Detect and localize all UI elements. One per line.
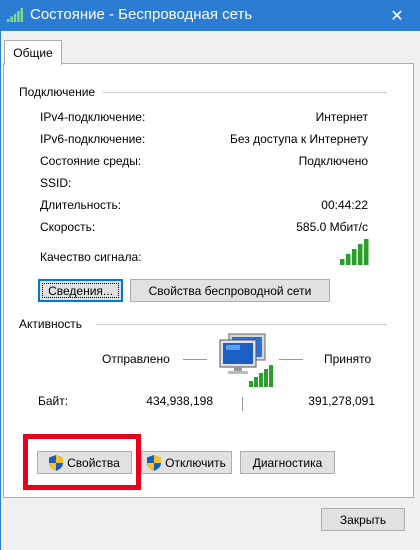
ipv6-value: Без доступа к Интернету: [229, 132, 368, 146]
highlight-box: [23, 434, 141, 490]
close-icon[interactable]: ✕: [374, 0, 420, 31]
wifi-signal-app-icon: [7, 8, 23, 22]
received-label: Принято: [324, 352, 372, 366]
speed-value: 585.0 Мбит/с: [296, 220, 368, 234]
duration-label: Длительность:: [40, 198, 122, 212]
bytes-label: Байт:: [38, 394, 69, 408]
details-button-label: Сведения...: [48, 283, 113, 298]
speed-label: Скорость:: [40, 220, 96, 234]
diagnose-button[interactable]: Диагностика: [240, 451, 335, 474]
received-line: [279, 359, 303, 360]
wireless-properties-button-label: Свойства беспроводной сети: [148, 283, 312, 298]
disable-button-label: Отключить: [165, 455, 226, 470]
close-button-label: Закрыть: [339, 512, 387, 527]
tab-general[interactable]: Общие: [4, 40, 62, 65]
status-dialog: Состояние - Беспроводная сеть ✕ Общие По…: [0, 0, 420, 550]
close-button[interactable]: Закрыть: [321, 508, 405, 531]
wireless-properties-button[interactable]: Свойства беспроводной сети: [130, 279, 330, 302]
ipv6-label: IPv6-подключение:: [40, 132, 146, 146]
uac-shield-icon: [147, 454, 162, 471]
details-button[interactable]: Сведения...: [38, 279, 123, 302]
bytes-sent-value: 434,938,198: [146, 394, 213, 408]
network-computers-icon: [219, 333, 273, 387]
section-divider: [96, 324, 387, 325]
bytes-divider: [242, 397, 243, 411]
sent-line: [183, 359, 207, 360]
window-border: [0, 31, 1, 550]
section-title-activity: Активность: [19, 317, 83, 331]
section-divider: [103, 92, 387, 93]
media-state-label: Состояние среды:: [40, 154, 142, 168]
duration-value: 00:44:22: [321, 198, 368, 212]
signal-quality-label: Качество сигнала:: [40, 250, 142, 264]
ipv4-label: IPv4-подключение:: [40, 110, 146, 124]
window-title: Состояние - Беспроводная сеть: [30, 6, 253, 23]
ssid-label: SSID:: [40, 176, 72, 190]
diagnose-button-label: Диагностика: [252, 455, 323, 470]
bytes-received-value: 391,278,091: [308, 394, 375, 408]
disable-button[interactable]: Отключить: [141, 451, 232, 474]
media-state-value: Подключено: [298, 154, 368, 168]
title-bar[interactable]: Состояние - Беспроводная сеть ✕: [0, 0, 420, 31]
sent-label: Отправлено: [102, 352, 170, 366]
ipv4-value: Интернет: [315, 110, 368, 124]
tab-panel-general: Подключение IPv4-подключение: Интернет I…: [3, 63, 414, 498]
signal-strength-icon: [340, 239, 369, 265]
section-title-connection: Подключение: [19, 85, 96, 99]
